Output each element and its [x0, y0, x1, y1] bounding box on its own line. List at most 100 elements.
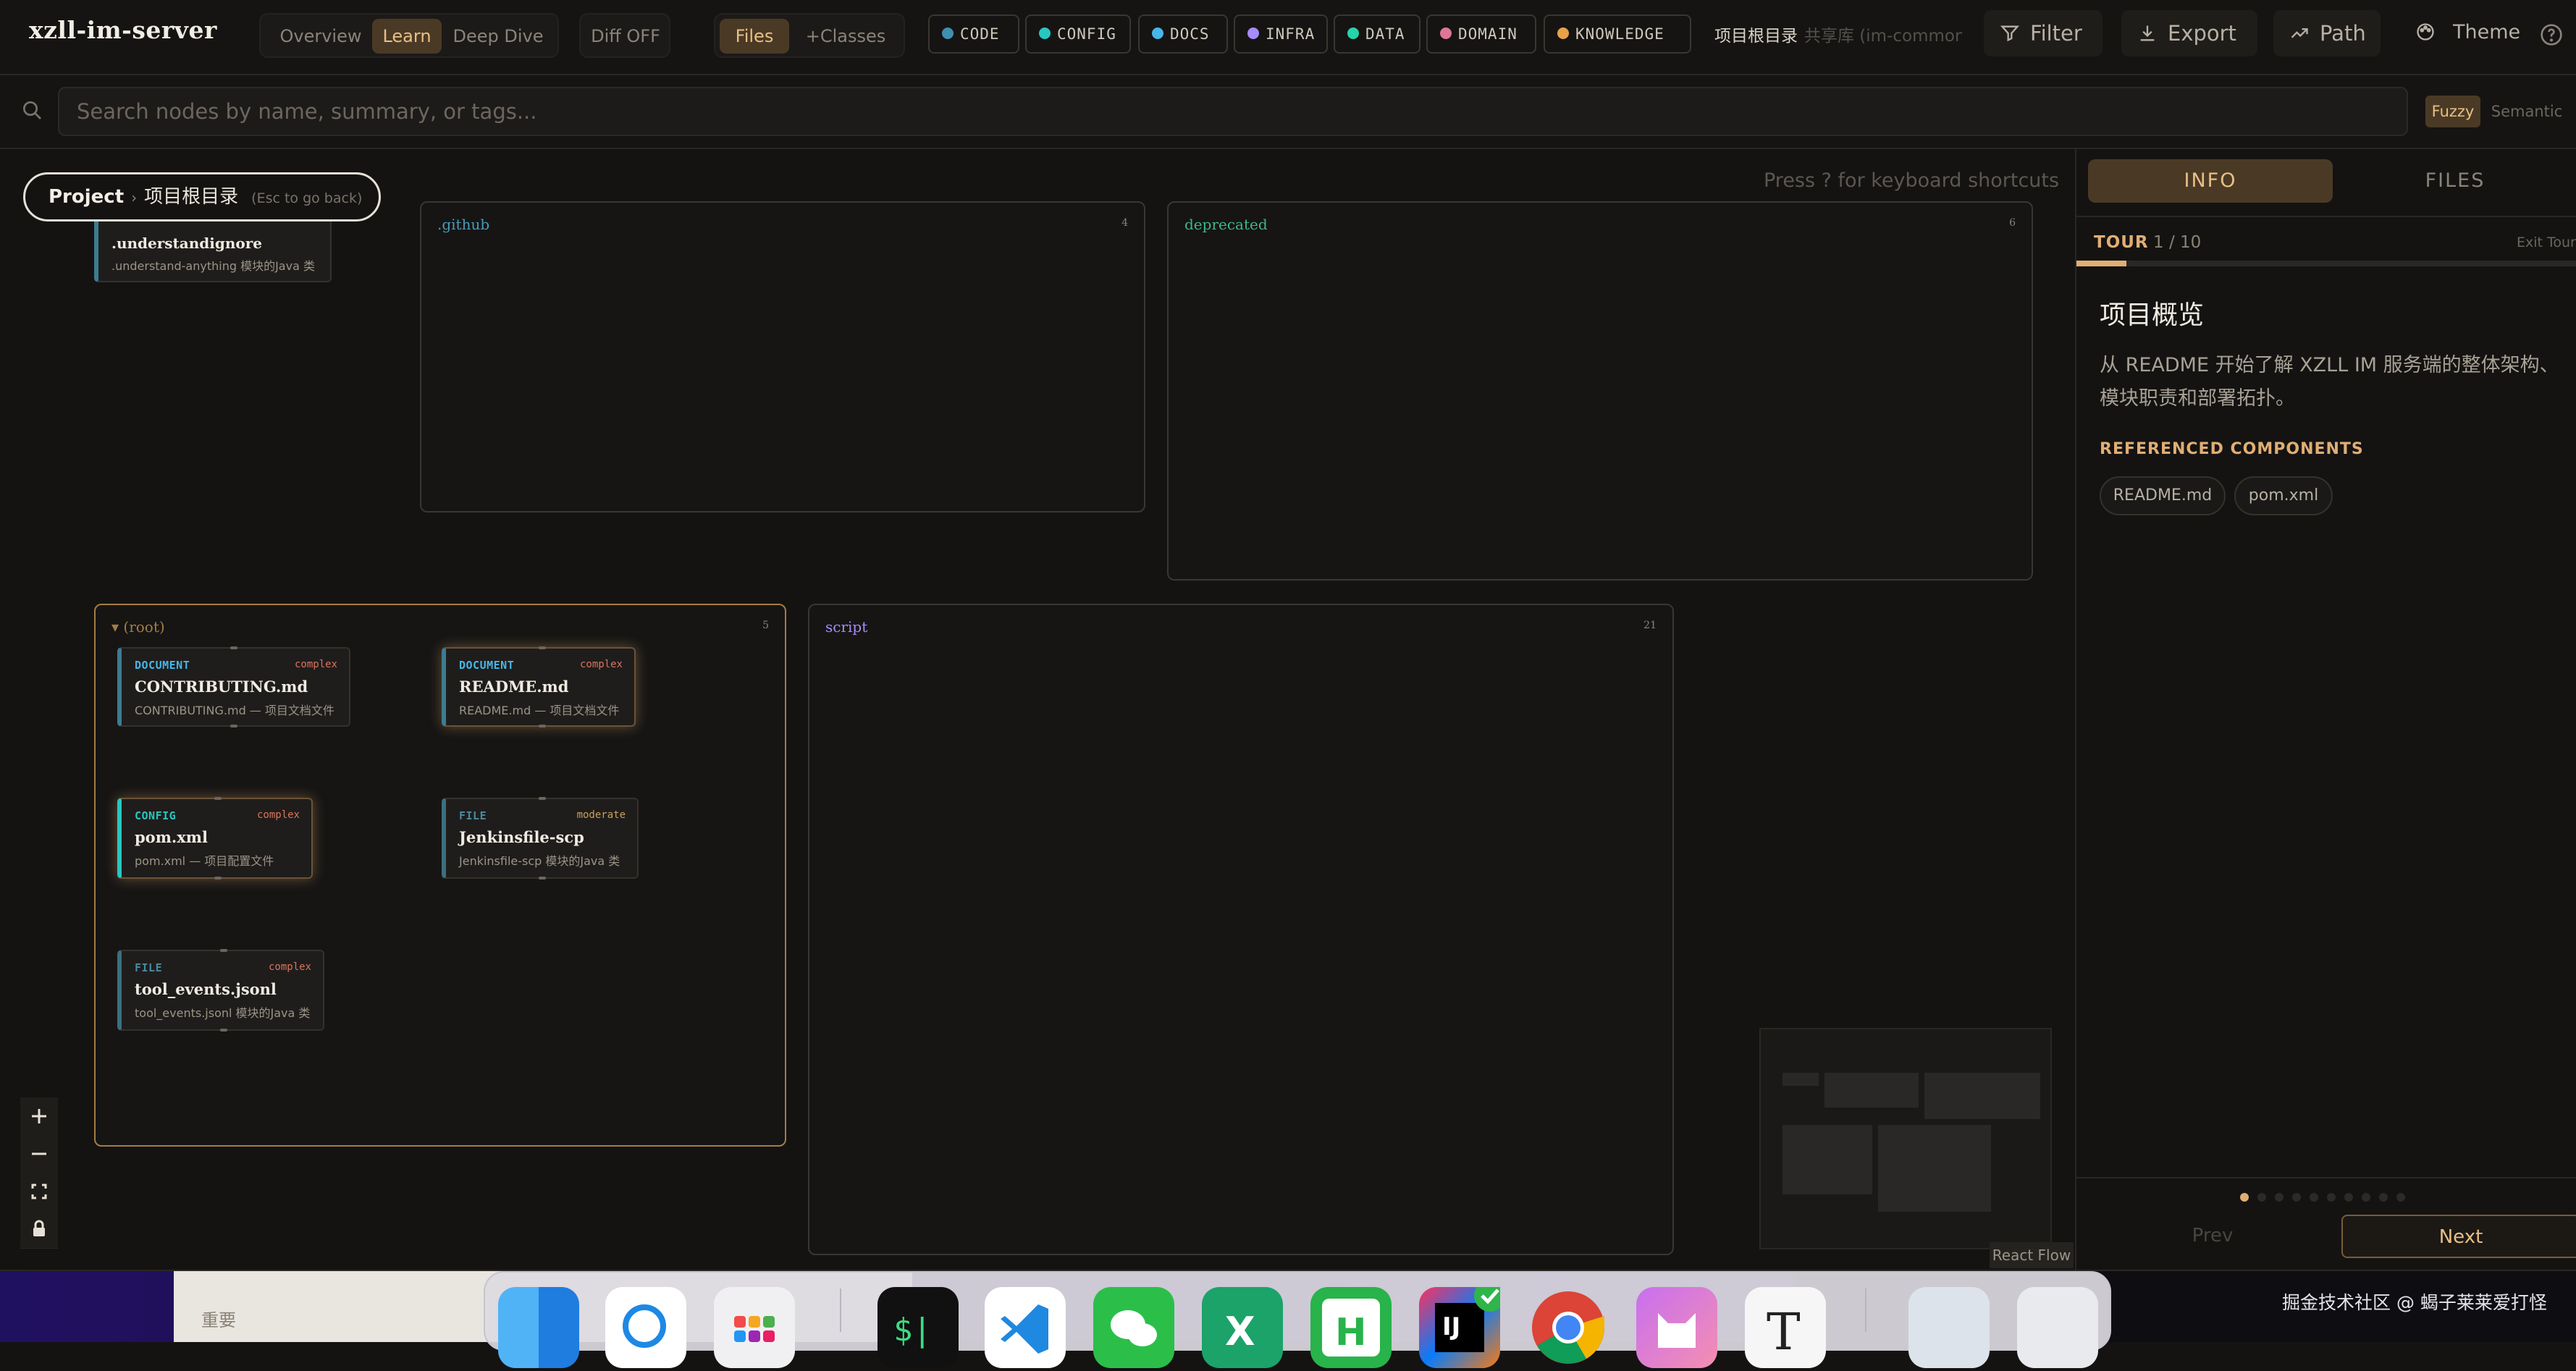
documents-folder-icon[interactable]	[1908, 1287, 1990, 1368]
fit-view-button[interactable]	[20, 1173, 58, 1211]
category-config[interactable]: CONFIG	[1025, 14, 1131, 54]
category-infra[interactable]: INFRA	[1234, 14, 1328, 54]
node-complexity: complex	[256, 809, 300, 821]
mode-deep-dive[interactable]: Deep Dive	[445, 19, 552, 54]
next-button[interactable]: Next	[2341, 1215, 2576, 1258]
component-chip-pom[interactable]: pom.xml	[2234, 476, 2333, 515]
category-code[interactable]: CODE	[928, 14, 1019, 54]
trend-icon	[2291, 28, 2308, 38]
filter-button[interactable]: Filter	[1984, 10, 2103, 56]
node-handle[interactable]	[230, 646, 237, 649]
group-script[interactable]: script 21	[808, 604, 1674, 1255]
search-mode-fuzzy[interactable]: Fuzzy	[2425, 96, 2480, 127]
step-dot[interactable]	[2362, 1193, 2370, 1202]
step-dot[interactable]	[2275, 1193, 2284, 1202]
launchpad-icon[interactable]	[714, 1287, 795, 1368]
diff-toggle[interactable]: Diff OFF	[585, 19, 666, 54]
excel-icon[interactable]: X	[1202, 1287, 1283, 1368]
step-dot[interactable]	[2257, 1193, 2266, 1202]
view-classes[interactable]: +Classes	[795, 19, 896, 54]
app-window: xzll-im-server Overview Learn Deep Dive …	[0, 0, 2576, 1271]
group-deprecated[interactable]: deprecated 6	[1167, 201, 2033, 581]
category-data[interactable]: DATA	[1334, 14, 1420, 54]
view-files[interactable]: Files	[720, 19, 789, 54]
cat-app-icon[interactable]	[1636, 1287, 1717, 1368]
step-dot[interactable]	[2310, 1193, 2318, 1202]
node-type: DOCUMENT	[135, 659, 190, 672]
node-contributing[interactable]: DOCUMENT complex CONTRIBUTING.md CONTRIB…	[117, 646, 350, 727]
shared-lib-label[interactable]: 共享库 (im-common	[1804, 22, 1962, 46]
step-dot[interactable]	[2396, 1193, 2405, 1202]
lock-button[interactable]	[20, 1210, 58, 1249]
node-type: FILE	[459, 809, 487, 822]
node-handle[interactable]	[230, 725, 237, 727]
step-dot[interactable]	[2240, 1193, 2249, 1202]
node-readme[interactable]: DOCUMENT complex README.md README.md — 项…	[442, 646, 636, 727]
chrome-icon[interactable]	[1528, 1287, 1609, 1368]
node-handle[interactable]	[539, 646, 546, 649]
terminal-icon[interactable]: $|	[877, 1287, 959, 1368]
intellij-icon[interactable]: IJ	[1419, 1280, 1506, 1368]
step-dot[interactable]	[2379, 1193, 2388, 1202]
node-handle[interactable]	[220, 1029, 227, 1032]
wechat-icon[interactable]	[1093, 1287, 1174, 1368]
trash-icon[interactable]	[2017, 1287, 2098, 1368]
zoom-in-button[interactable]	[20, 1097, 58, 1136]
finder-icon[interactable]	[498, 1287, 579, 1368]
search-input[interactable]: Search nodes by name, summary, or tags..…	[58, 87, 2408, 136]
node-handle[interactable]	[214, 797, 222, 800]
category-domain[interactable]: DOMAIN	[1426, 14, 1536, 54]
node-type: CONFIG	[135, 809, 177, 822]
node-tool-events[interactable]: FILE complex tool_events.jsonl tool_even…	[117, 949, 324, 1032]
category-knowledge[interactable]: KNOWLEDGE	[1544, 14, 1691, 54]
category-dot-icon	[942, 28, 954, 39]
node-desc: Jenkinsfile-scp 模块的Java 类	[459, 854, 620, 868]
help-icon[interactable]	[2540, 23, 2563, 46]
exit-tour-button[interactable]: Exit Tour	[2517, 235, 2576, 250]
search-bar: Search nodes by name, summary, or tags..…	[0, 75, 2576, 149]
project-selector[interactable]: 项目根目录	[1714, 22, 1798, 46]
group-count: 21	[1643, 620, 1657, 631]
hbuilder-icon[interactable]: H	[1310, 1287, 1392, 1368]
typora-icon[interactable]: T	[1745, 1287, 1826, 1368]
tab-info[interactable]: INFO	[2088, 159, 2333, 203]
minimap[interactable]	[1759, 1028, 2052, 1249]
node-handle[interactable]	[539, 877, 546, 879]
mode-overview[interactable]: Overview	[266, 19, 375, 54]
breadcrumb[interactable]: Project › 项目根目录 (Esc to go back)	[23, 172, 381, 222]
theme-button[interactable]: Theme	[2415, 14, 2547, 51]
export-button[interactable]: Export	[2121, 10, 2257, 56]
mode-learn[interactable]: Learn	[372, 19, 442, 54]
node-handle[interactable]	[539, 797, 546, 800]
svg-text:H: H	[1335, 1311, 1367, 1354]
tab-files[interactable]: FILES	[2333, 159, 2576, 203]
breadcrumb-hint: (Esc to go back)	[251, 190, 363, 206]
node-pom[interactable]: CONFIG complex pom.xml pom.xml — 项目配置文件	[117, 797, 313, 879]
node-desc: CONTRIBUTING.md — 项目文档文件	[135, 704, 334, 717]
node-jenkinsfile[interactable]: FILE moderate Jenkinsfile-scp Jenkinsfil…	[442, 797, 639, 879]
component-chip-readme[interactable]: README.md	[2100, 476, 2226, 515]
category-docs[interactable]: DOCS	[1138, 14, 1228, 54]
search-app-icon[interactable]	[605, 1287, 686, 1368]
graph-canvas[interactable]: .understandignore .understand-anything 模…	[0, 149, 2075, 1270]
node-handle[interactable]	[214, 877, 222, 879]
prev-button[interactable]: Prev	[2094, 1215, 2331, 1258]
collapse-icon[interactable]: ▾	[111, 618, 123, 636]
step-dot[interactable]	[2327, 1193, 2336, 1202]
zoom-out-button[interactable]	[20, 1135, 58, 1173]
step-dot[interactable]	[2292, 1193, 2301, 1202]
path-button[interactable]: Path	[2273, 10, 2381, 56]
step-dot[interactable]	[2344, 1193, 2353, 1202]
node-handle[interactable]	[539, 725, 546, 727]
svg-text:$|: $|	[893, 1312, 932, 1349]
download-icon	[2140, 25, 2155, 41]
group-root[interactable]: ▾ (root) 5 DOCUMENT complex CONTRIBUTING…	[94, 604, 786, 1147]
breadcrumb-root[interactable]: Project	[49, 186, 124, 208]
react-flow-attribution[interactable]: React Flow	[1990, 1242, 2074, 1268]
group-github[interactable]: .github 4	[420, 201, 1145, 512]
vscode-icon[interactable]	[985, 1287, 1066, 1368]
node-handle[interactable]	[220, 949, 227, 952]
top-header: xzll-im-server Overview Learn Deep Dive …	[0, 0, 2576, 75]
search-mode-semantic[interactable]: Semantic	[2488, 96, 2566, 127]
tour-label: TOUR	[2094, 233, 2149, 252]
